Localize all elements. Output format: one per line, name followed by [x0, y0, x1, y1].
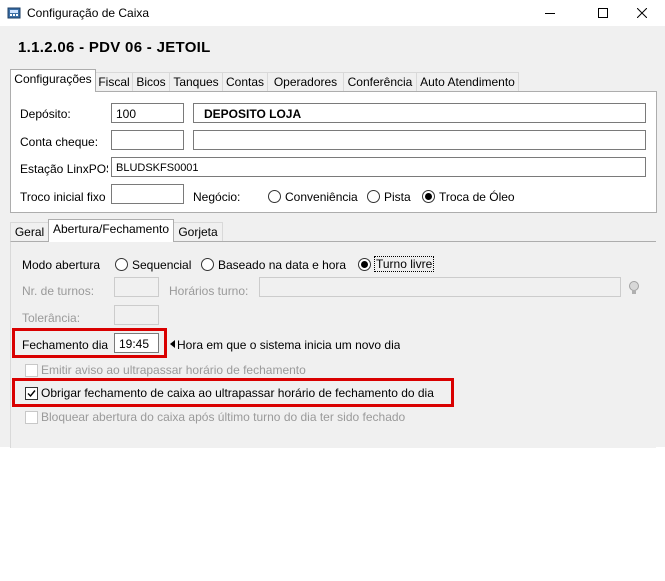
nr-turnos-field	[114, 277, 159, 297]
highlight-fechamento-dia	[12, 328, 167, 358]
modo-data-hora-radio[interactable]	[201, 258, 214, 271]
title-bar: Configuração de Caixa	[0, 0, 665, 26]
deposito-code-field[interactable]: 100	[111, 103, 184, 123]
deposito-name-field[interactable]: DEPOSITO LOJA	[193, 103, 646, 123]
tab-fiscal[interactable]: Fiscal	[95, 72, 133, 92]
page-title: 1.1.2.06 - PDV 06 - JETOIL	[18, 39, 211, 56]
modo-data-hora-label[interactable]: Baseado na data e hora	[218, 258, 346, 272]
horarios-turno-label: Horários turno:	[169, 284, 249, 298]
troco-field[interactable]	[111, 184, 184, 204]
bloquear-abertura-checkbox	[25, 411, 38, 424]
tab-configuracoes[interactable]: Configurações	[10, 69, 96, 92]
fechamento-hint: Hora em que o sistema inicia um novo dia	[177, 338, 401, 352]
bloquear-abertura-label: Bloquear abertura do caixa após último t…	[41, 410, 406, 424]
negocio-troca-oleo-radio[interactable]	[422, 190, 435, 203]
tolerancia-field	[114, 305, 159, 325]
conta-cheque-code-field[interactable]	[111, 130, 184, 150]
maximize-icon	[598, 8, 608, 18]
negocio-troca-oleo-label[interactable]: Troca de Óleo	[439, 190, 515, 204]
negocio-pista-label[interactable]: Pista	[384, 190, 411, 204]
negocio-label: Negócio:	[193, 190, 241, 204]
negocio-pista-radio[interactable]	[367, 190, 380, 203]
tolerancia-label: Tolerância:	[22, 311, 81, 325]
tab-conferencia[interactable]: Conferência	[343, 72, 417, 92]
highlight-obrigar-fechamento	[12, 378, 454, 407]
tab-contas[interactable]: Contas	[222, 72, 268, 92]
emitir-aviso-label: Emitir aviso ao ultrapassar horário de f…	[41, 363, 306, 377]
negocio-conveniencia-radio[interactable]	[268, 190, 281, 203]
tab-abertura-fechamento[interactable]: Abertura/Fechamento	[48, 219, 174, 242]
tab-gorjeta[interactable]: Gorjeta	[173, 222, 223, 242]
modo-turno-livre-radio[interactable]	[358, 258, 371, 271]
modo-sequencial-radio[interactable]	[115, 258, 128, 271]
deposito-label: Depósito:	[20, 107, 71, 121]
minimize-icon	[545, 13, 555, 14]
close-icon	[637, 8, 647, 18]
modo-sequencial-label[interactable]: Sequencial	[132, 258, 191, 272]
estacao-field[interactable]: BLUDSKFS0001	[111, 157, 646, 177]
caret-left-icon	[170, 340, 175, 348]
tab-bicos[interactable]: Bicos	[132, 72, 170, 92]
modo-abertura-label: Modo abertura	[22, 258, 101, 272]
negocio-conveniencia-label[interactable]: Conveniência	[285, 190, 358, 204]
app-icon	[7, 7, 21, 19]
close-button[interactable]	[619, 0, 665, 26]
emitir-aviso-checkbox	[25, 364, 38, 377]
tab-operadores[interactable]: Operadores	[267, 72, 344, 92]
tab-auto-atendimento[interactable]: Auto Atendimento	[416, 72, 519, 92]
config-window: Configuração de Caixa 1.1.2.06 - PDV 06 …	[0, 0, 665, 448]
minimize-button[interactable]	[527, 0, 573, 26]
window-title: Configuração de Caixa	[27, 6, 150, 20]
tab-tanques[interactable]: Tanques	[169, 72, 223, 92]
conta-cheque-label: Conta cheque:	[20, 135, 99, 149]
estacao-label: Estação LinxPOS	[20, 162, 108, 176]
horarios-turno-field	[259, 277, 621, 297]
tab-geral[interactable]: Geral	[10, 222, 49, 242]
troco-label: Troco inicial fixo	[20, 190, 106, 204]
conta-cheque-name-field[interactable]	[193, 130, 646, 150]
lightbulb-icon[interactable]	[628, 280, 640, 296]
nr-turnos-label: Nr. de turnos:	[22, 284, 95, 298]
configuracoes-panel: Depósito: 100 DEPOSITO LOJA Conta cheque…	[10, 91, 657, 213]
modo-turno-livre-label[interactable]: Turno livre	[373, 256, 435, 272]
